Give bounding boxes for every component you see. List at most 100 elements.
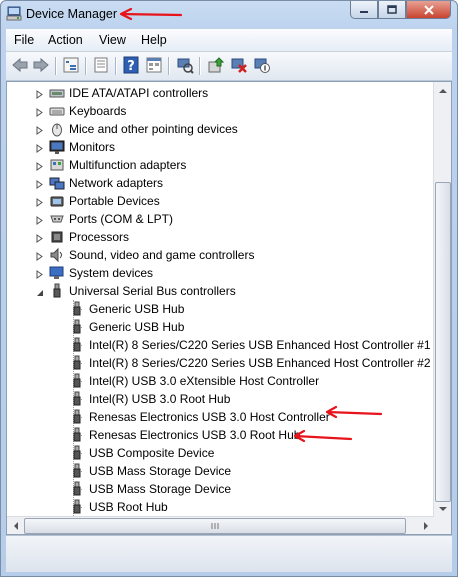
scroll-corner <box>434 517 451 534</box>
menu-file[interactable]: File <box>14 33 34 47</box>
usb-controller-icon <box>49 283 65 299</box>
usb-device-item[interactable]: USB Composite Device <box>7 444 434 462</box>
properties-icon[interactable] <box>92 56 110 74</box>
help-icon[interactable]: ? <box>122 56 140 74</box>
usb-device-item[interactable]: Intel(R) 8 Series/C220 Series USB Enhanc… <box>7 336 451 354</box>
minimize-button[interactable] <box>350 1 378 19</box>
expand-arrow-icon[interactable] <box>35 214 44 225</box>
tree-category-monitors[interactable]: Monitors <box>7 138 427 156</box>
tree-category-label: Network adapters <box>69 176 164 190</box>
usb-device-icon <box>69 427 85 443</box>
tree-category-usb[interactable]: Universal Serial Bus controllers <box>7 282 427 300</box>
usb-device-label: Renesas Electronics USB 3.0 Host Control… <box>89 410 330 424</box>
tree-category-ports[interactable]: Ports (COM & LPT) <box>7 210 427 228</box>
device-tree[interactable]: IDE ATA/ATAPI controllers Keyboards Mice… <box>6 81 452 535</box>
toolbar: ? <box>6 52 452 81</box>
scroll-right-button[interactable] <box>417 517 434 534</box>
usb-device-label: USB Composite Device <box>89 446 215 460</box>
tree-category-label: Processors <box>69 230 130 244</box>
tree-category-label: Sound, video and game controllers <box>69 248 255 262</box>
disable-device-icon[interactable] <box>253 56 271 74</box>
expand-arrow-icon[interactable] <box>35 124 44 135</box>
tree-category-sound[interactable]: Sound, video and game controllers <box>7 246 427 264</box>
usb-device-label: Intel(R) 8 Series/C220 Series USB Enhanc… <box>89 356 452 370</box>
tree-category-processors[interactable]: Processors <box>7 228 427 246</box>
usb-device-item[interactable]: Renesas Electronics USB 3.0 Host Control… <box>7 408 434 426</box>
expand-arrow-icon[interactable] <box>35 232 44 243</box>
title-bar[interactable]: Device Manager <box>1 1 457 27</box>
maximize-icon <box>387 5 397 14</box>
menu-view[interactable]: View <box>99 33 126 47</box>
keyboard-icon <box>49 103 65 119</box>
network-adapter-icon <box>49 175 65 191</box>
expand-arrow-icon[interactable] <box>35 178 44 189</box>
uninstall-device-icon[interactable] <box>230 56 248 74</box>
expand-arrow-icon[interactable] <box>35 106 44 117</box>
usb-device-item[interactable]: Intel(R) 8 Series/C220 Series USB Enhanc… <box>7 354 451 372</box>
collapse-arrow-icon[interactable] <box>35 286 44 296</box>
tree-category-ide[interactable]: IDE ATA/ATAPI controllers <box>7 84 427 102</box>
usb-device-label: Renesas Electronics USB 3.0 Root Hub <box>89 428 301 442</box>
expand-arrow-icon[interactable] <box>35 160 44 171</box>
monitor-icon <box>49 139 65 155</box>
system-device-icon <box>49 265 65 281</box>
tree-category-portable[interactable]: Portable Devices <box>7 192 427 210</box>
expand-arrow-icon[interactable] <box>35 250 44 261</box>
menu-help[interactable]: Help <box>141 33 167 47</box>
tree-category-label: Monitors <box>69 140 116 154</box>
horizontal-scrollbar[interactable] <box>7 516 434 534</box>
tree-category-label: Keyboards <box>69 104 127 118</box>
usb-device-icon <box>69 409 85 425</box>
expand-arrow-icon[interactable] <box>35 268 44 279</box>
scan-hardware-icon[interactable] <box>176 56 194 74</box>
expand-arrow-icon[interactable] <box>35 196 44 207</box>
usb-device-item[interactable]: USB Mass Storage Device <box>7 462 434 480</box>
minimize-icon <box>360 10 368 13</box>
tree-category-network[interactable]: Network adapters <box>7 174 427 192</box>
vertical-scroll-thumb[interactable] <box>435 182 451 502</box>
horizontal-scroll-thumb[interactable] <box>24 518 406 534</box>
tree-category-keyboards[interactable]: Keyboards <box>7 102 427 120</box>
usb-device-label: USB Mass Storage Device <box>89 464 232 478</box>
close-button[interactable] <box>406 1 451 19</box>
tree-category-system[interactable]: System devices <box>7 264 427 282</box>
scroll-up-button[interactable] <box>434 82 451 99</box>
usb-device-icon <box>69 301 85 317</box>
tree-category-label: System devices <box>69 266 154 280</box>
usb-device-item[interactable]: USB Mass Storage Device <box>7 480 434 498</box>
chevron-down-icon <box>438 506 447 511</box>
tree-category-label: IDE ATA/ATAPI controllers <box>69 86 209 100</box>
scroll-left-button[interactable] <box>7 517 24 534</box>
maximize-button[interactable] <box>378 1 406 19</box>
forward-arrow-icon[interactable] <box>32 56 50 74</box>
usb-device-icon <box>69 481 85 497</box>
usb-device-label: USB Mass Storage Device <box>89 482 232 496</box>
close-icon <box>423 4 434 15</box>
back-arrow-icon[interactable] <box>11 56 29 74</box>
status-bar <box>6 535 452 572</box>
tree-category-multifunction[interactable]: Multifunction adapters <box>7 156 427 174</box>
view-icon[interactable] <box>145 56 163 74</box>
expand-arrow-icon[interactable] <box>35 142 44 153</box>
usb-device-item[interactable]: USB Root Hub <box>7 498 434 516</box>
tree-category-mice[interactable]: Mice and other pointing devices <box>7 120 427 138</box>
menu-action[interactable]: Action <box>48 33 83 47</box>
svg-text:?: ? <box>127 59 135 74</box>
usb-device-icon <box>69 463 85 479</box>
update-driver-icon[interactable] <box>207 56 225 74</box>
usb-device-item[interactable]: Generic USB Hub <box>7 300 434 318</box>
device-manager-icon <box>6 6 22 22</box>
scroll-down-button[interactable] <box>434 500 451 517</box>
expand-arrow-icon[interactable] <box>35 88 44 99</box>
usb-device-item[interactable]: Intel(R) USB 3.0 eXtensible Host Control… <box>7 372 434 390</box>
device-manager-window: Device Manager File Action View Help ? I… <box>0 0 458 577</box>
tree-category-label: Portable Devices <box>69 194 160 208</box>
portable-device-icon <box>49 193 65 209</box>
usb-device-item[interactable]: Intel(R) USB 3.0 Root Hub <box>7 390 434 408</box>
usb-device-item[interactable]: Renesas Electronics USB 3.0 Root Hub <box>7 426 434 444</box>
usb-device-icon <box>69 499 85 515</box>
usb-device-item[interactable]: Generic USB Hub <box>7 318 434 336</box>
usb-device-icon <box>69 337 85 353</box>
device-tree-icon[interactable] <box>62 56 80 74</box>
vertical-scrollbar[interactable] <box>433 82 451 517</box>
